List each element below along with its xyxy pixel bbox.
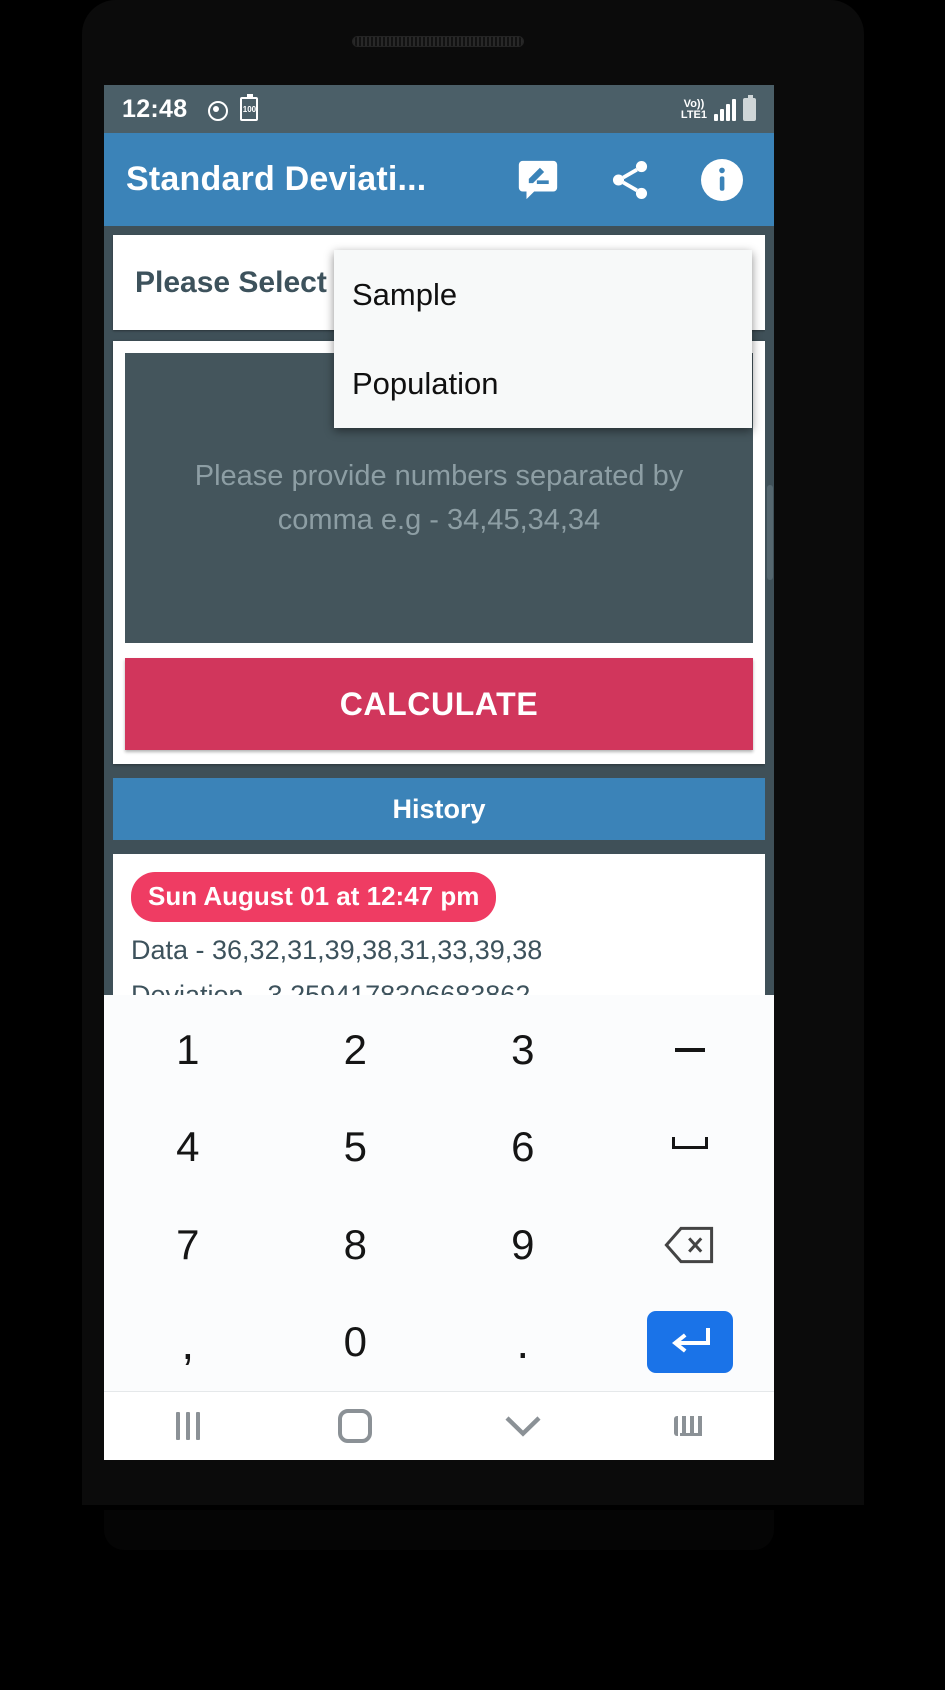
key-1[interactable]: 1	[104, 1001, 272, 1099]
calculate-button-label: CALCULATE	[339, 685, 539, 722]
key-6[interactable]: 6	[439, 1099, 607, 1197]
key-dot[interactable]: .	[439, 1294, 607, 1392]
key-dash[interactable]	[607, 1001, 775, 1099]
key-backspace[interactable]	[607, 1196, 775, 1294]
navigation-bar	[104, 1391, 774, 1460]
key-5[interactable]: 5	[272, 1099, 440, 1197]
key-comma[interactable]: ,	[104, 1294, 272, 1392]
volte-line2: LTE1	[680, 108, 707, 121]
battery-100-icon: 100	[240, 94, 259, 121]
scrollbar-thumb[interactable]	[767, 485, 773, 580]
keyboard-row: 1 2 3	[104, 1001, 774, 1099]
keyboard-glyph	[674, 1416, 707, 1436]
home-glyph	[338, 1409, 373, 1443]
keyboard-row: , 0 .	[104, 1294, 774, 1392]
share-icon[interactable]	[606, 156, 654, 204]
keyboard-switch-icon[interactable]	[607, 1416, 775, 1436]
key-enter[interactable]	[607, 1294, 775, 1392]
key-7[interactable]: 7	[104, 1196, 272, 1294]
list-item[interactable]: Sun August 01 at 12:47 pm Data - 36,32,3…	[113, 872, 765, 1011]
key-4[interactable]: 4	[104, 1099, 272, 1197]
dropdown-option-sample[interactable]: Sample	[334, 250, 752, 339]
key-2[interactable]: 2	[272, 1001, 440, 1099]
phone-frame: 12:48 100 Vo)) LTE1 Standard Deviati...	[0, 0, 945, 1690]
status-left-icons: 100	[205, 94, 259, 121]
info-icon[interactable]	[698, 156, 746, 204]
app-bar-actions	[514, 156, 752, 204]
keyboard-row: 4 5 6	[104, 1099, 774, 1197]
scrollbar-track[interactable]	[765, 235, 774, 1054]
earpiece-speaker	[352, 36, 524, 47]
feedback-icon[interactable]	[514, 156, 562, 204]
status-right-icons: Vo)) LTE1	[680, 94, 756, 121]
recents-glyph	[175, 1412, 200, 1440]
keyboard-row: 7 8 9	[104, 1196, 774, 1294]
speaker-grille	[353, 37, 523, 46]
enter-key-button[interactable]	[647, 1311, 734, 1374]
phone-screen: 12:48 100 Vo)) LTE1 Standard Deviati...	[104, 85, 774, 1460]
key-3[interactable]: 3	[439, 1001, 607, 1099]
key-9[interactable]: 9	[439, 1196, 607, 1294]
recents-icon[interactable]	[104, 1412, 272, 1440]
history-title: History	[392, 793, 486, 824]
keyboard-keys: 1 2 3 4 5 6 7 8 9 , 0 .	[104, 995, 774, 1391]
signal-bars-icon	[714, 98, 736, 121]
dropdown-option-population[interactable]: Population	[334, 339, 752, 428]
on-screen-keyboard: 1 2 3 4 5 6 7 8 9 , 0 .	[104, 995, 774, 1460]
history-data-line: Data - 36,32,31,39,38,31,33,39,38	[131, 935, 543, 965]
device-bottom-edge	[104, 1510, 774, 1550]
page-title: Standard Deviati...	[126, 160, 427, 198]
key-space[interactable]	[607, 1099, 775, 1197]
key-0[interactable]: 0	[272, 1294, 440, 1392]
app-bar: Standard Deviati...	[104, 133, 774, 226]
key-8[interactable]: 8	[272, 1196, 440, 1294]
hide-keyboard-icon[interactable]	[439, 1414, 607, 1438]
home-icon[interactable]	[272, 1409, 440, 1443]
history-header[interactable]: History	[113, 778, 765, 840]
select-label: Please Select :	[135, 265, 346, 299]
battery-icon	[743, 94, 756, 121]
volte-line1: Vo))	[683, 97, 705, 110]
status-time: 12:48	[122, 94, 188, 123]
status-bar: 12:48 100 Vo)) LTE1	[104, 85, 774, 133]
calculate-button[interactable]: CALCULATE	[125, 658, 753, 750]
history-date-badge: Sun August 01 at 12:47 pm	[131, 872, 497, 922]
volte-indicator: Vo)) LTE1	[680, 97, 707, 121]
numbers-input-placeholder: Please provide numbers separated by comm…	[194, 460, 684, 536]
select-dropdown-menu[interactable]: Sample Population	[334, 250, 752, 428]
location-sharing-icon	[205, 98, 229, 121]
